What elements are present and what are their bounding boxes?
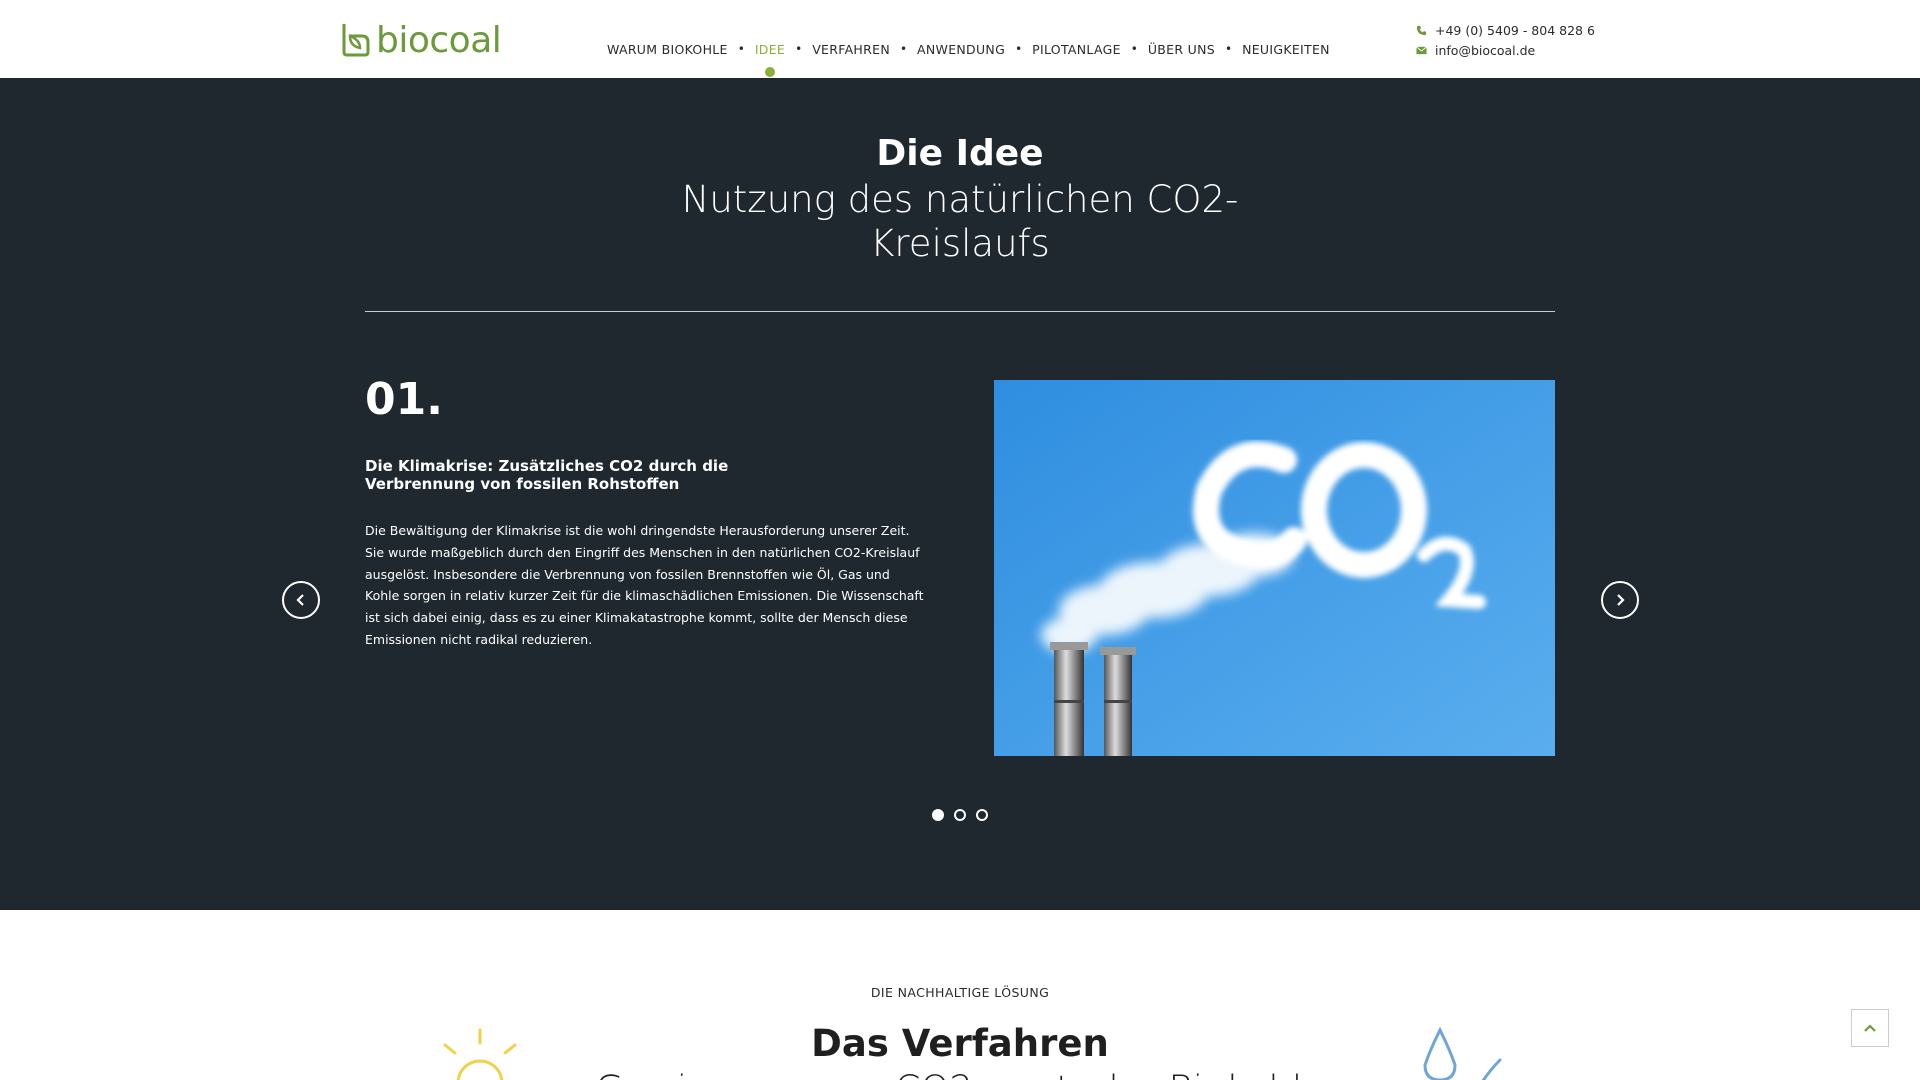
nav-separator: • — [1015, 42, 1023, 56]
nav-item-anwendung[interactable]: ANWENDUNG — [917, 42, 1005, 57]
contact-phone[interactable]: +49 (0) 5409 - 804 828 6 — [1415, 20, 1595, 40]
leaf-logo-icon — [342, 24, 370, 57]
carousel-dot-2[interactable] — [954, 809, 966, 821]
divider — [365, 311, 1555, 312]
nav-item-warum-biokohle[interactable]: WARUM BIOKOHLE — [607, 42, 728, 57]
nav-separator: • — [1130, 42, 1138, 56]
slide-text: Die Bewältigung der Klimakrise ist die w… — [365, 523, 924, 647]
nav-item-idee[interactable]: IDEE — [755, 42, 785, 77]
phone-icon — [1415, 24, 1427, 36]
nav-separator: • — [795, 42, 803, 56]
process-title: Das Verfahren — [811, 1022, 1109, 1065]
nav-item-verfahren[interactable]: VERFAHREN — [812, 42, 890, 57]
logo-text: biocoal — [376, 19, 502, 61]
carousel-dot-1[interactable] — [932, 809, 944, 821]
nav-item-pilotanlage[interactable]: PILOTANLAGE — [1032, 42, 1121, 57]
site-header: biocoal WARUM BIOKOHLE • IDEE • VERFAHRE… — [0, 0, 1920, 78]
water-drop-icon — [1423, 1026, 1502, 1080]
slide-heading: Die Klimakrise: Zusätzliches CO2 durch d… — [365, 457, 729, 493]
chevron-right-icon — [1617, 594, 1625, 606]
nav-item-ueber-uns[interactable]: ÜBER UNS — [1148, 42, 1215, 57]
process-subtitle: Gewinnung von CO2-neutraler Biokohle — [0, 1068, 1920, 1080]
process-kicker: DIE NACHHALTIGE LÖSUNG — [870, 985, 1050, 1000]
carousel-next-button[interactable] — [1601, 581, 1639, 619]
slide-number: 01. — [365, 374, 443, 425]
section-subtitle: Nutzung des natürlichen CO2-Kreislaufs — [681, 178, 1239, 265]
carousel-prev-button[interactable] — [282, 581, 320, 619]
nav-separator: • — [899, 42, 908, 56]
contact-email[interactable]: info@biocoal.de — [1415, 40, 1595, 60]
nav-separator: • — [737, 42, 745, 56]
phone-number: +49 (0) 5409 - 804 828 6 — [1435, 22, 1595, 38]
mail-icon — [1415, 44, 1427, 56]
nav-item-neuigkeiten[interactable]: NEUIGKEITEN — [1242, 42, 1330, 57]
main-nav: WARUM BIOKOHLE • IDEE • VERFAHREN • ANWE… — [607, 40, 1330, 77]
section-title: Die Idee — [876, 133, 1044, 174]
carousel-dot-3[interactable] — [976, 809, 988, 821]
idea-section: Die Idee Nutzung des natürlichen CO2-Kre… — [0, 78, 1920, 910]
scroll-to-top-button[interactable] — [1851, 1009, 1889, 1047]
contact-info: +49 (0) 5409 - 804 828 6 info@biocoal.de — [1415, 20, 1595, 60]
carousel-pagination — [932, 809, 998, 821]
logo[interactable]: biocoal — [340, 18, 502, 62]
nav-separator: • — [1224, 42, 1233, 56]
chevron-left-icon — [296, 594, 304, 606]
email-address: info@biocoal.de — [1435, 42, 1536, 58]
chevron-up-icon — [1864, 1024, 1876, 1032]
co2-smoke-chimney-image — [994, 380, 1555, 756]
